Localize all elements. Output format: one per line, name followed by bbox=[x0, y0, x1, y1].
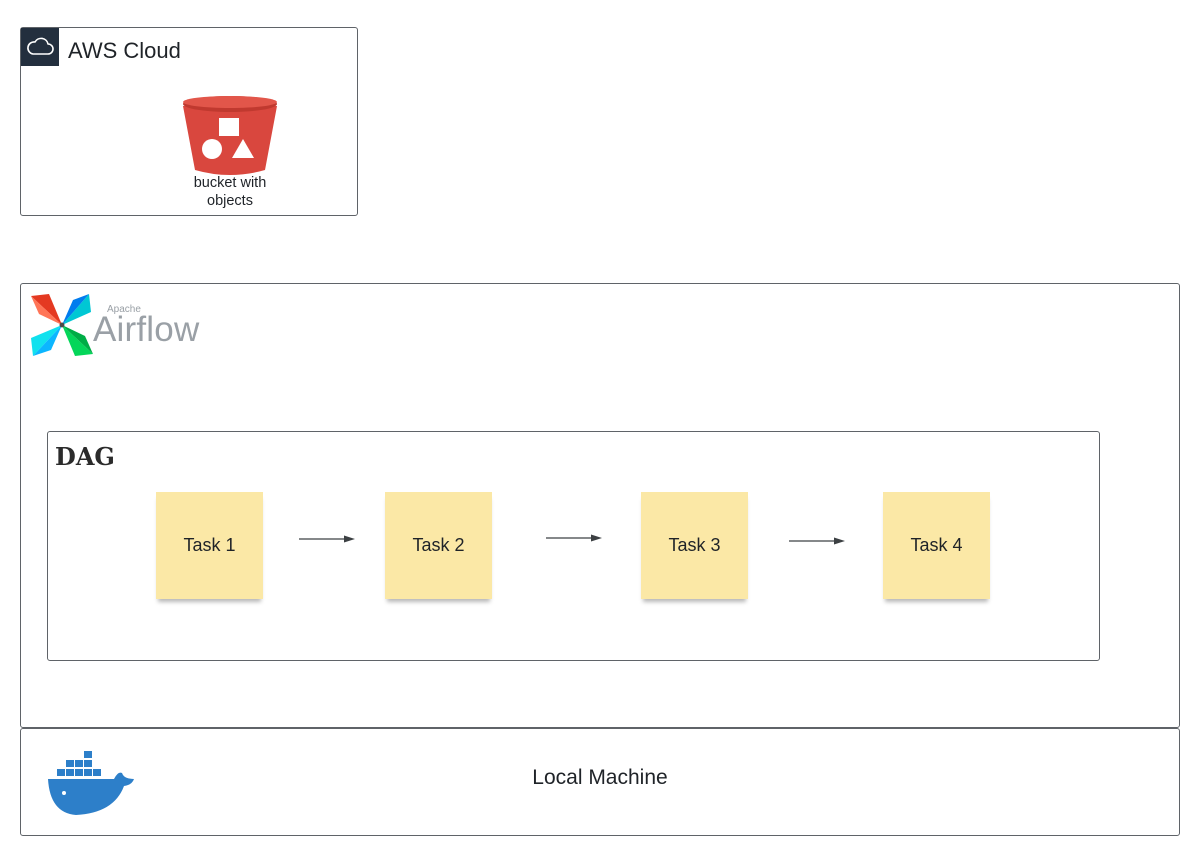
local-machine-label: Local Machine bbox=[532, 766, 668, 789]
aws-cloud-title: AWS Cloud bbox=[68, 38, 181, 63]
task-2-node: Task 2 bbox=[385, 492, 492, 599]
arrow-icon bbox=[299, 535, 355, 543]
task-3-node: Task 3 bbox=[641, 492, 748, 599]
bucket-label: bucket with objects bbox=[171, 174, 289, 210]
local-machine-group: Local Machine bbox=[20, 728, 1180, 836]
s3-bucket-icon bbox=[181, 94, 279, 181]
aws-cloud-group: AWS Cloud bucket with objects bbox=[20, 27, 358, 216]
bucket-label-line2: objects bbox=[207, 193, 253, 209]
airflow-name-text: Airflow bbox=[93, 310, 200, 349]
airflow-pinwheel-icon bbox=[29, 292, 95, 363]
cloud-icon bbox=[21, 28, 59, 66]
task-2-label: Task 2 bbox=[412, 535, 465, 555]
task-1-label: Task 1 bbox=[183, 535, 236, 555]
task-1-node: Task 1 bbox=[156, 492, 263, 599]
task-4-label: Task 4 bbox=[910, 535, 963, 555]
task-3-label: Task 3 bbox=[668, 535, 721, 555]
dag-group: DAG Task 1 Task 2 Task 3 Task 4 bbox=[47, 431, 1100, 661]
task-4-node: Task 4 bbox=[883, 492, 990, 599]
bucket-label-line1: bucket with bbox=[193, 175, 267, 191]
dag-title: DAG bbox=[55, 442, 115, 471]
arrow-icon bbox=[789, 537, 845, 545]
arrow-icon bbox=[546, 534, 602, 542]
